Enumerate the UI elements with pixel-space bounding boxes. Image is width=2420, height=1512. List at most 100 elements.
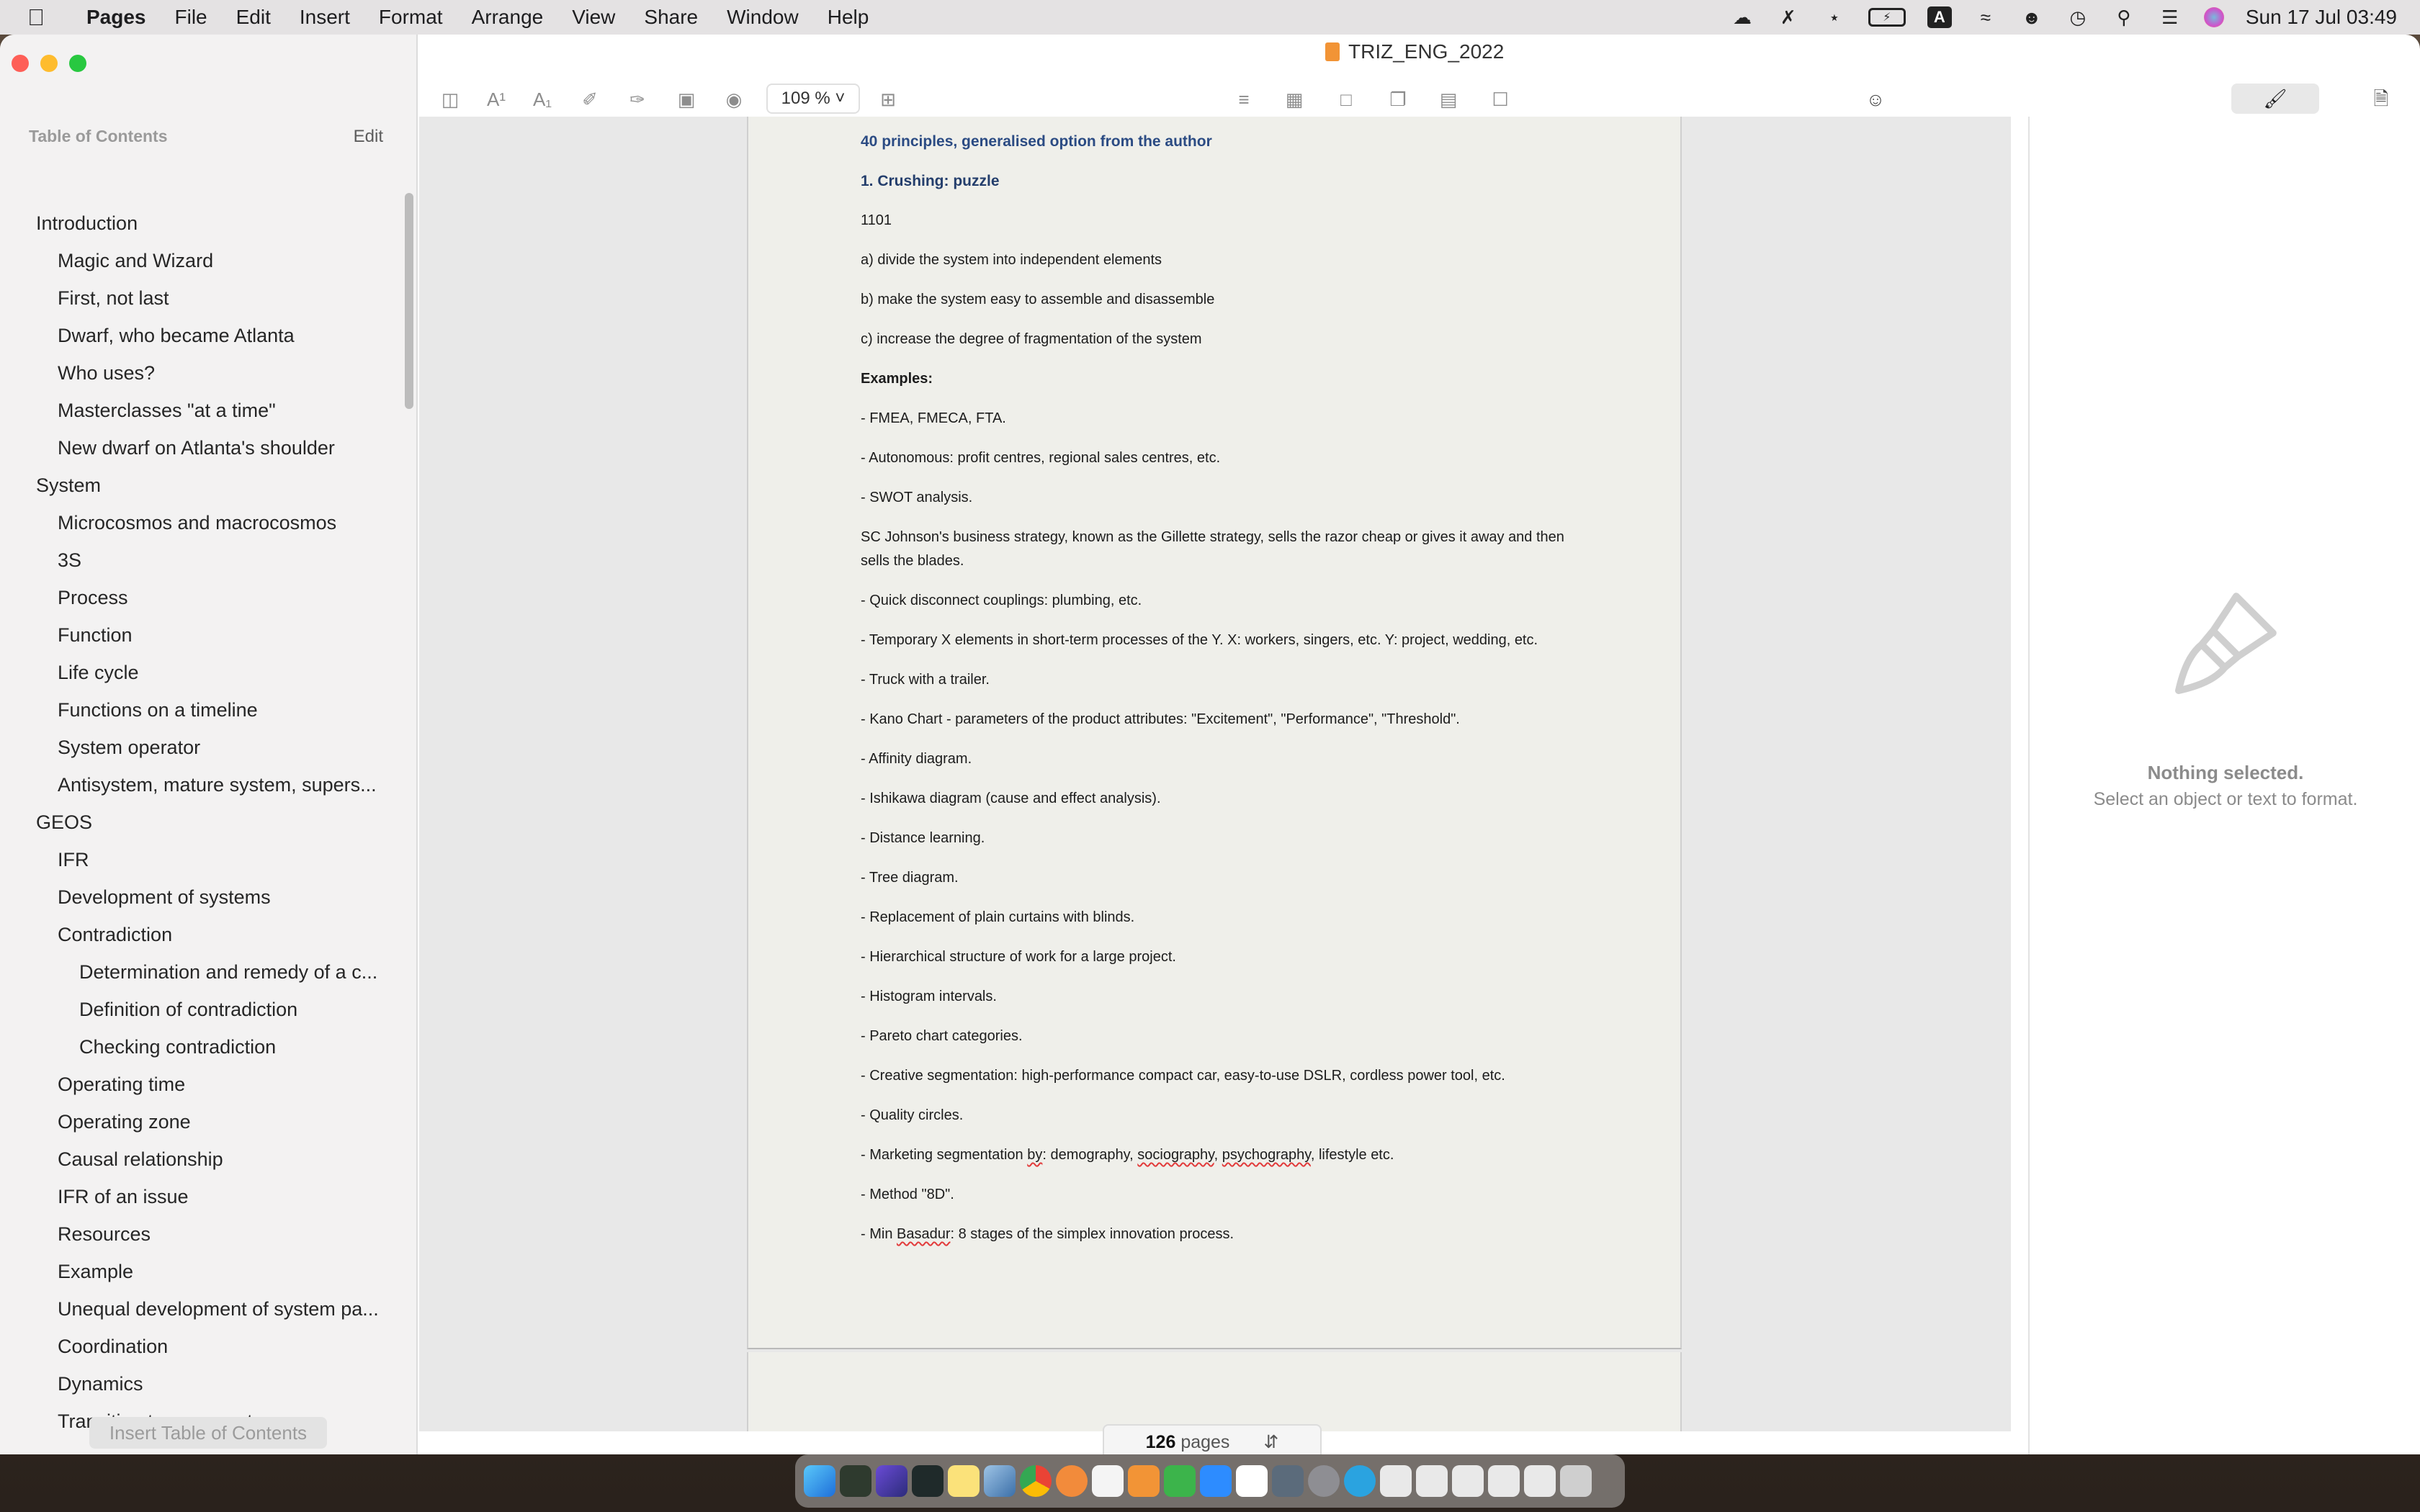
toc-item[interactable]: Dwarf, who became Atlanta <box>0 317 403 354</box>
insert-toc-button[interactable]: Insert Table of Contents <box>89 1417 327 1449</box>
misspelled-word[interactable]: Basadur <box>897 1226 951 1242</box>
example-line[interactable]: - Min Basadur: 8 stages of the simplex i… <box>861 1223 1567 1246</box>
mute-icon[interactable]: ✗ <box>1776 6 1801 28</box>
menu-view[interactable]: View <box>557 6 629 29</box>
menu-app-name[interactable]: Pages <box>72 6 161 29</box>
time-machine-icon[interactable]: ◷ <box>2066 6 2090 28</box>
toc-item[interactable]: Coordination <box>0 1328 403 1365</box>
zoom-icon[interactable] <box>1200 1465 1232 1497</box>
toc-item[interactable]: System <box>0 467 403 504</box>
menubar-clock[interactable]: Sun 17 Jul 03:49 <box>2246 6 2397 29</box>
toc-item[interactable]: First, not last <box>0 279 403 317</box>
example-line[interactable]: - Quick disconnect couplings: plumbing, … <box>861 589 1567 613</box>
menu-file[interactable]: File <box>161 6 222 29</box>
text-line[interactable]: b) make the system easy to assemble and … <box>861 288 1567 312</box>
toc-item[interactable]: IFR of an issue <box>0 1178 403 1215</box>
toc-item[interactable]: Functions on a timeline <box>0 691 403 729</box>
toc-item[interactable]: Life cycle <box>0 654 403 691</box>
media-icon[interactable]: ▤ <box>1436 88 1461 111</box>
subscript-icon[interactable]: A₁ <box>530 88 555 111</box>
toc-item[interactable]: Resources <box>0 1215 403 1253</box>
next-page[interactable] <box>747 1352 1682 1431</box>
pages-icon[interactable] <box>1128 1465 1160 1497</box>
toc-item[interactable]: IFR <box>0 841 403 878</box>
toc-item[interactable]: Masterclasses "at a time" <box>0 392 403 429</box>
spotlight-icon[interactable]: ⚲ <box>2112 6 2136 28</box>
menu-help[interactable]: Help <box>813 6 884 29</box>
close-window-button[interactable] <box>12 55 29 72</box>
menu-format[interactable]: Format <box>364 6 457 29</box>
notes-icon[interactable] <box>948 1465 980 1497</box>
example-line[interactable]: - Histogram intervals. <box>861 985 1567 1009</box>
toc-item[interactable]: Contradiction <box>0 916 403 953</box>
toc-item[interactable]: Determination and remedy of a c... <box>0 953 403 991</box>
misspelled-word[interactable]: psychography <box>1222 1147 1311 1163</box>
toc-item[interactable]: System operator <box>0 729 403 766</box>
example-line[interactable]: - Kano Chart - parameters of the product… <box>861 708 1567 732</box>
trash-icon[interactable] <box>1560 1465 1592 1497</box>
collaborate-icon[interactable]: ☺ <box>1861 88 1890 111</box>
text-list-icon[interactable]: ≡ <box>1232 88 1256 111</box>
siri-icon[interactable] <box>2203 7 2224 27</box>
toc-item[interactable]: Who uses? <box>0 354 403 392</box>
menu-insert[interactable]: Insert <box>285 6 364 29</box>
toc-item[interactable]: Example <box>0 1253 403 1290</box>
menu-edit[interactable]: Edit <box>222 6 285 29</box>
sidebar-icon[interactable]: ◫ <box>438 88 462 111</box>
format-button[interactable]: 🖌 <box>2231 84 2319 114</box>
example-line[interactable]: - Affinity diagram. <box>861 747 1567 771</box>
example-line[interactable]: - FMEA, FMECA, FTA. <box>861 407 1567 431</box>
toc-item[interactable]: 3S <box>0 541 403 579</box>
example-line[interactable]: - Quality circles. <box>861 1104 1567 1128</box>
chrome-icon[interactable] <box>1020 1465 1052 1497</box>
apple-menu-icon[interactable]:  <box>0 4 72 31</box>
focus-icon[interactable]: ◉ <box>722 88 746 111</box>
toc-edit-button[interactable]: Edit <box>354 127 383 147</box>
finder-icon[interactable] <box>804 1465 835 1497</box>
toc-item[interactable]: Unequal development of system pa... <box>0 1290 403 1328</box>
zoom-select[interactable]: 109 % ˅ <box>766 84 860 114</box>
terminal-icon[interactable] <box>912 1465 944 1497</box>
document-page[interactable]: 40 principles, generalised option from t… <box>747 117 1682 1349</box>
example-line[interactable]: - Creative segmentation: high-performanc… <box>861 1064 1567 1088</box>
wifi-icon[interactable]: ≈ <box>1973 6 1998 28</box>
misspelled-word[interactable]: by <box>1027 1147 1042 1163</box>
system-preferences-icon[interactable] <box>1308 1465 1340 1497</box>
toc-item[interactable]: GEOS <box>0 804 403 841</box>
minimize-window-button[interactable] <box>40 55 58 72</box>
zoom-window-button[interactable] <box>69 55 86 72</box>
text-line[interactable]: c) increase the degree of fragmentation … <box>861 328 1567 351</box>
superscript-icon[interactable]: A¹ <box>484 88 508 111</box>
example-line[interactable]: - Distance learning. <box>861 827 1567 850</box>
recent-doc-icon[interactable] <box>1488 1465 1520 1497</box>
example-line[interactable]: SC Johnson's business strategy, known as… <box>861 526 1567 573</box>
color-icon[interactable]: ✑ <box>625 88 650 111</box>
example-line[interactable]: - Tree diagram. <box>861 866 1567 890</box>
text-line[interactable]: a) divide the system into independent el… <box>861 248 1567 272</box>
toc-item[interactable]: Antisystem, mature system, supers... <box>0 766 403 804</box>
example-line[interactable]: - Temporary X elements in short-term pro… <box>861 629 1567 652</box>
misspelled-word[interactable]: sociography <box>1137 1147 1214 1163</box>
toc-item[interactable]: Function <box>0 616 403 654</box>
klack-icon[interactable] <box>840 1465 871 1497</box>
document-button[interactable]: 🗎 <box>2362 84 2400 114</box>
highlight-icon[interactable]: ✐ <box>578 88 602 111</box>
numbers-icon[interactable] <box>1164 1465 1196 1497</box>
document-canvas[interactable]: 40 principles, generalised option from t… <box>419 117 2011 1454</box>
user-icon[interactable]: ☻ <box>2020 6 2044 28</box>
toc-item[interactable]: Definition of contradiction <box>0 991 403 1028</box>
toc-item[interactable]: Development of systems <box>0 878 403 916</box>
toc-item[interactable]: Introduction <box>0 204 403 242</box>
textedit-icon[interactable] <box>1092 1465 1124 1497</box>
add-page-icon[interactable]: ⊞ <box>876 88 900 111</box>
input-source-icon[interactable]: A <box>1927 6 1952 28</box>
toc-item[interactable]: Operating time <box>0 1066 403 1103</box>
example-line[interactable]: - SWOT analysis. <box>861 486 1567 510</box>
control-center-icon[interactable]: ☰ <box>2158 6 2182 28</box>
example-line[interactable]: - Autonomous: profit centres, regional s… <box>861 446 1567 470</box>
toc-item[interactable]: Dynamics <box>0 1365 403 1403</box>
preview-icon[interactable] <box>984 1465 1016 1497</box>
transmit-icon[interactable] <box>1056 1465 1088 1497</box>
example-line[interactable]: - Method "8D". <box>861 1183 1567 1207</box>
toc-item[interactable]: Process <box>0 579 403 616</box>
